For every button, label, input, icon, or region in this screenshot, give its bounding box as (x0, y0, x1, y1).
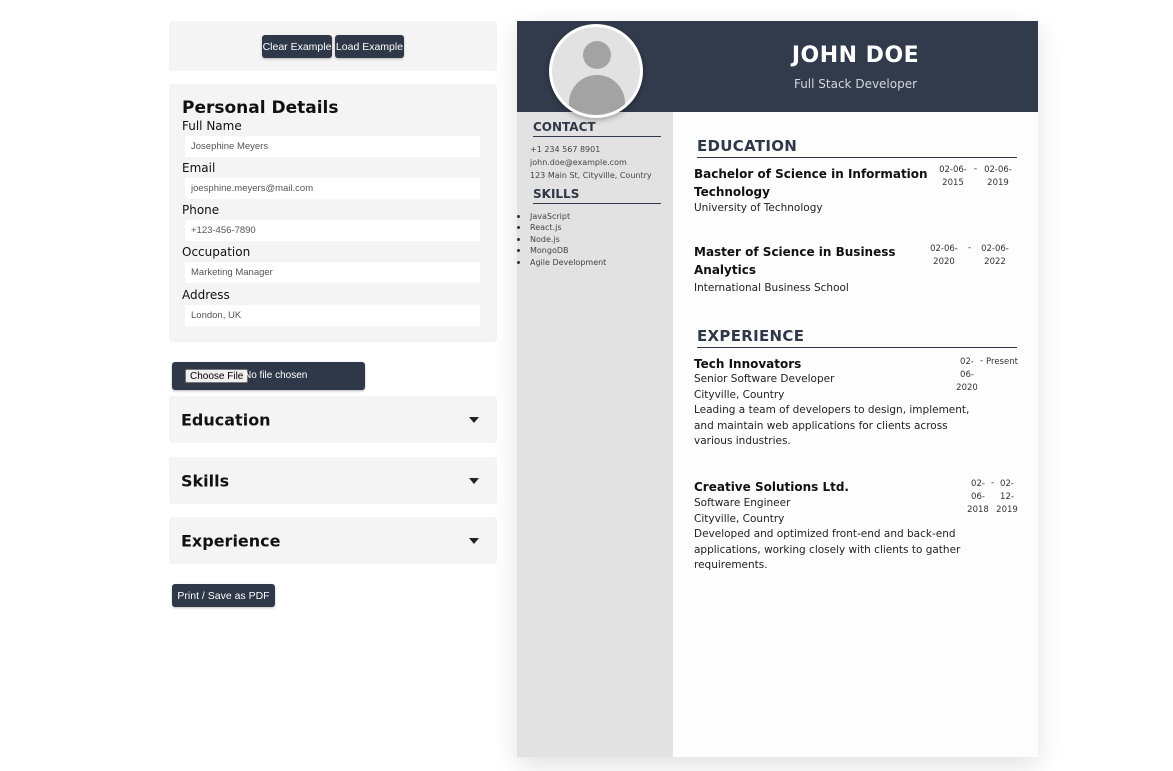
full-name-label: Full Name (182, 119, 242, 133)
skill-item: JavaScript (516, 211, 606, 222)
education-school: International Business School (694, 282, 849, 294)
experience-details: Senior Software Developer Cityville, Cou… (694, 373, 970, 448)
resume-sidebar (517, 112, 673, 757)
education-end-date: 02-06- 2019 (984, 165, 1012, 188)
skills-list: JavaScript React.js Node.js MongoDB Agil… (516, 211, 607, 268)
address-label: Address (182, 288, 230, 302)
occupation-input[interactable] (185, 262, 480, 283)
resume-name: JOHN DOE (791, 43, 920, 68)
experience-accordion-label: Experience (181, 531, 281, 550)
education-accordion-label: Education (181, 410, 271, 429)
file-status: No file chosen (244, 370, 308, 381)
contact-phone: +1 234 567 8901 (530, 145, 601, 154)
photo-upload: Choose File No file chosen (172, 362, 365, 390)
load-example-button[interactable]: Load Example (335, 35, 404, 58)
skill-item: Agile Development (516, 257, 607, 267)
resume-role: Full Stack Developer (793, 77, 918, 91)
experience-heading: EXPERIENCE (697, 327, 1017, 348)
avatar-placeholder-icon (549, 24, 643, 118)
caret-down-icon (469, 537, 479, 544)
skills-heading: SKILLS (533, 187, 661, 204)
experience-end-date: 02- 12- 2019 (996, 479, 1018, 515)
occupation-label: Occupation (182, 245, 251, 259)
education-start-date: 02-06- 2020 (930, 244, 958, 267)
date-separator: - (974, 164, 978, 174)
contact-heading: CONTACT (533, 120, 661, 137)
skill-item: MongoDB (516, 245, 606, 256)
address-input[interactable] (185, 305, 480, 326)
skill-item: Node.js (516, 234, 606, 245)
experience-company: Tech Innovators (694, 357, 802, 371)
education-accordion[interactable]: Education (169, 396, 497, 443)
clear-example-button[interactable]: Clear Example (262, 35, 332, 58)
personal-details-title: Personal Details (182, 98, 339, 118)
experience-start-date: 02- 06- 2020 (956, 357, 978, 393)
email-input[interactable] (185, 178, 480, 199)
phone-input[interactable] (185, 220, 480, 241)
education-title: Bachelor of Science in Information Techno… (694, 167, 928, 199)
skills-accordion-label: Skills (181, 471, 230, 490)
date-separator: - (968, 243, 972, 253)
skills-accordion[interactable]: Skills (169, 457, 497, 504)
experience-details: Software Engineer Cityville, Country Dev… (694, 497, 961, 572)
print-pdf-button[interactable]: Print / Save as PDF (172, 584, 275, 607)
experience-start-date: 02- 06- 2018 (967, 479, 989, 515)
education-start-date: 02-06- 2015 (939, 165, 967, 188)
contact-address: 123 Main St, Cityville, Country (530, 171, 652, 180)
email-label: Email (182, 161, 216, 175)
experience-end-date: Present (986, 357, 1018, 367)
date-separator: - (991, 478, 995, 488)
education-title: Master of Science in Business Analytics (694, 245, 896, 277)
experience-company: Creative Solutions Ltd. (694, 480, 849, 494)
caret-down-icon (469, 416, 479, 423)
skill-item: React.js (516, 222, 606, 233)
full-name-input[interactable] (185, 136, 480, 157)
education-end-date: 02-06- 2022 (981, 244, 1009, 267)
contact-email: john.doe@example.com (530, 158, 627, 167)
education-school: University of Technology (694, 202, 823, 214)
date-separator: - (980, 356, 984, 366)
phone-label: Phone (182, 203, 220, 217)
choose-file-button[interactable]: Choose File (185, 369, 249, 383)
caret-down-icon (469, 477, 479, 484)
resume-preview: JOHN DOE Full Stack Developer CONTACT +1… (516, 21, 1038, 757)
education-heading: EDUCATION (697, 137, 1017, 158)
toolbar-panel (169, 21, 497, 71)
experience-accordion[interactable]: Experience (169, 517, 497, 564)
